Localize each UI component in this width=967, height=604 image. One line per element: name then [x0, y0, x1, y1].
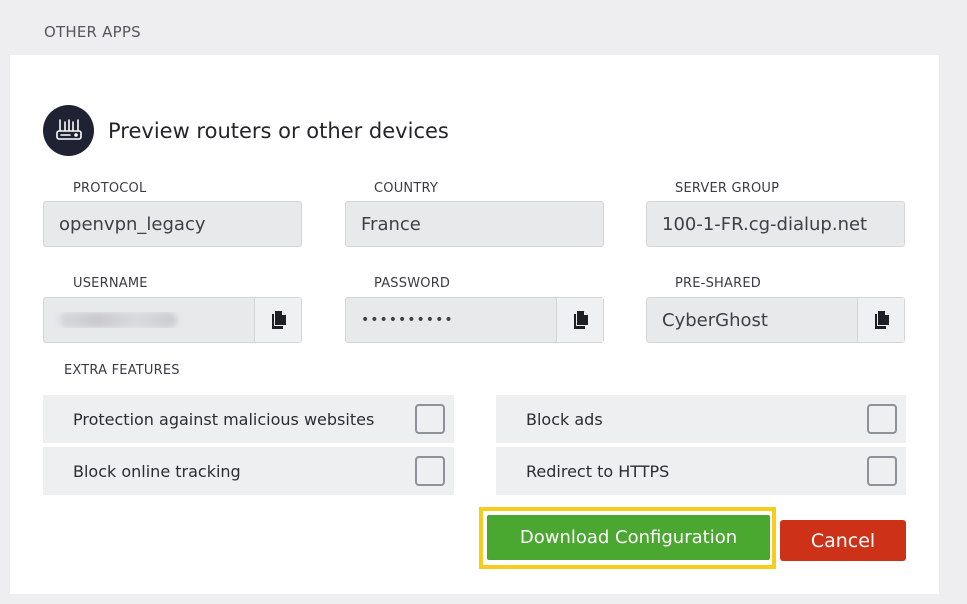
copy-username-button[interactable]: [254, 298, 301, 342]
option-malicious-protection[interactable]: Protection against malicious websites: [43, 395, 454, 443]
username-value-redacted: [44, 312, 254, 328]
malicious-protection-checkbox[interactable]: [415, 404, 445, 434]
copy-icon: [574, 311, 588, 329]
password-value: ••••••••••: [361, 312, 454, 328]
country-field[interactable]: France: [345, 201, 604, 247]
server-group-field[interactable]: 100-1-FR.cg-dialup.net: [646, 201, 905, 247]
copy-preshared-button[interactable]: [857, 298, 904, 342]
preshared-value: CyberGhost: [662, 309, 768, 331]
password-field[interactable]: ••••••••••: [345, 297, 604, 343]
option-label: Block ads: [526, 409, 603, 429]
redirect-https-checkbox[interactable]: [867, 456, 897, 486]
password-label: PASSWORD: [374, 276, 451, 291]
preshared-label: PRE-SHARED: [675, 276, 761, 291]
block-ads-checkbox[interactable]: [867, 404, 897, 434]
block-tracking-checkbox[interactable]: [415, 456, 445, 486]
preshared-field[interactable]: CyberGhost: [646, 297, 905, 343]
extra-features-label: EXTRA FEATURES: [64, 363, 180, 378]
country-label: COUNTRY: [374, 181, 439, 196]
username-label: USERNAME: [73, 276, 148, 291]
copy-icon: [875, 311, 889, 329]
option-label: Redirect to HTTPS: [526, 461, 670, 481]
option-block-tracking[interactable]: Block online tracking: [43, 447, 454, 495]
option-label: Protection against malicious websites: [73, 409, 375, 429]
protocol-value: openvpn_legacy: [59, 213, 206, 235]
device-config-panel: Preview routers or other devices PROTOCO…: [10, 55, 939, 594]
server-group-value: 100-1-FR.cg-dialup.net: [662, 213, 868, 235]
router-icon: [43, 105, 94, 156]
option-label: Block online tracking: [73, 461, 241, 481]
option-block-ads[interactable]: Block ads: [496, 395, 906, 443]
panel-heading: Preview routers or other devices: [108, 118, 449, 143]
download-configuration-button[interactable]: Download Configuration: [487, 515, 770, 560]
username-field[interactable]: [43, 297, 302, 343]
panel-header: Preview routers or other devices: [43, 105, 449, 156]
cancel-button[interactable]: Cancel: [780, 520, 906, 561]
protocol-label: PROTOCOL: [73, 181, 147, 196]
server-group-label: SERVER GROUP: [675, 181, 780, 196]
copy-icon: [272, 311, 286, 329]
section-title: OTHER APPS: [44, 23, 141, 41]
country-value: France: [361, 213, 421, 235]
copy-password-button[interactable]: [556, 298, 603, 342]
protocol-field[interactable]: openvpn_legacy: [43, 201, 302, 247]
option-redirect-https[interactable]: Redirect to HTTPS: [496, 447, 906, 495]
